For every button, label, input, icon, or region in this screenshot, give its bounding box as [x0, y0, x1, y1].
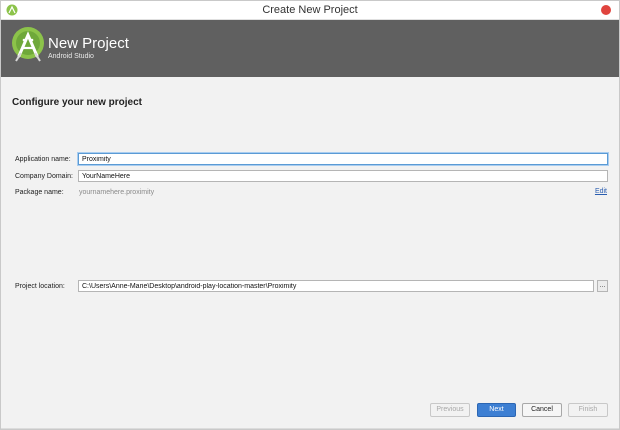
window-title: Create New Project: [262, 4, 358, 16]
cancel-button[interactable]: Cancel: [522, 403, 562, 417]
browse-button[interactable]: ...: [597, 280, 608, 292]
project-location-input[interactable]: [78, 280, 594, 292]
app-name-input[interactable]: [78, 153, 608, 165]
package-name-label: Package name:: [15, 189, 64, 196]
previous-button[interactable]: Previous: [430, 403, 470, 417]
app-name-label: Application name:: [15, 156, 71, 163]
project-location-label: Project location:: [15, 283, 65, 290]
company-domain-input[interactable]: [78, 170, 608, 182]
banner-subtitle: Android Studio: [48, 53, 94, 60]
finish-button[interactable]: Finish: [568, 403, 608, 417]
next-button[interactable]: Next: [477, 403, 516, 417]
header-banner: New Project Android Studio: [1, 20, 619, 77]
footer-divider: [1, 428, 619, 429]
page-heading: Configure your new project: [12, 97, 143, 108]
title-bar: Create New Project: [1, 1, 619, 20]
company-domain-label: Company Domain:: [15, 173, 73, 180]
android-studio-logo: [12, 27, 44, 62]
create-new-project-window: Create New Project New Project Android S…: [0, 0, 620, 430]
banner-title: New Project: [48, 35, 129, 52]
edit-package-link[interactable]: Edit: [595, 188, 607, 195]
close-icon[interactable]: [601, 5, 611, 15]
package-name-value: yournamehere.proximity: [79, 189, 155, 196]
